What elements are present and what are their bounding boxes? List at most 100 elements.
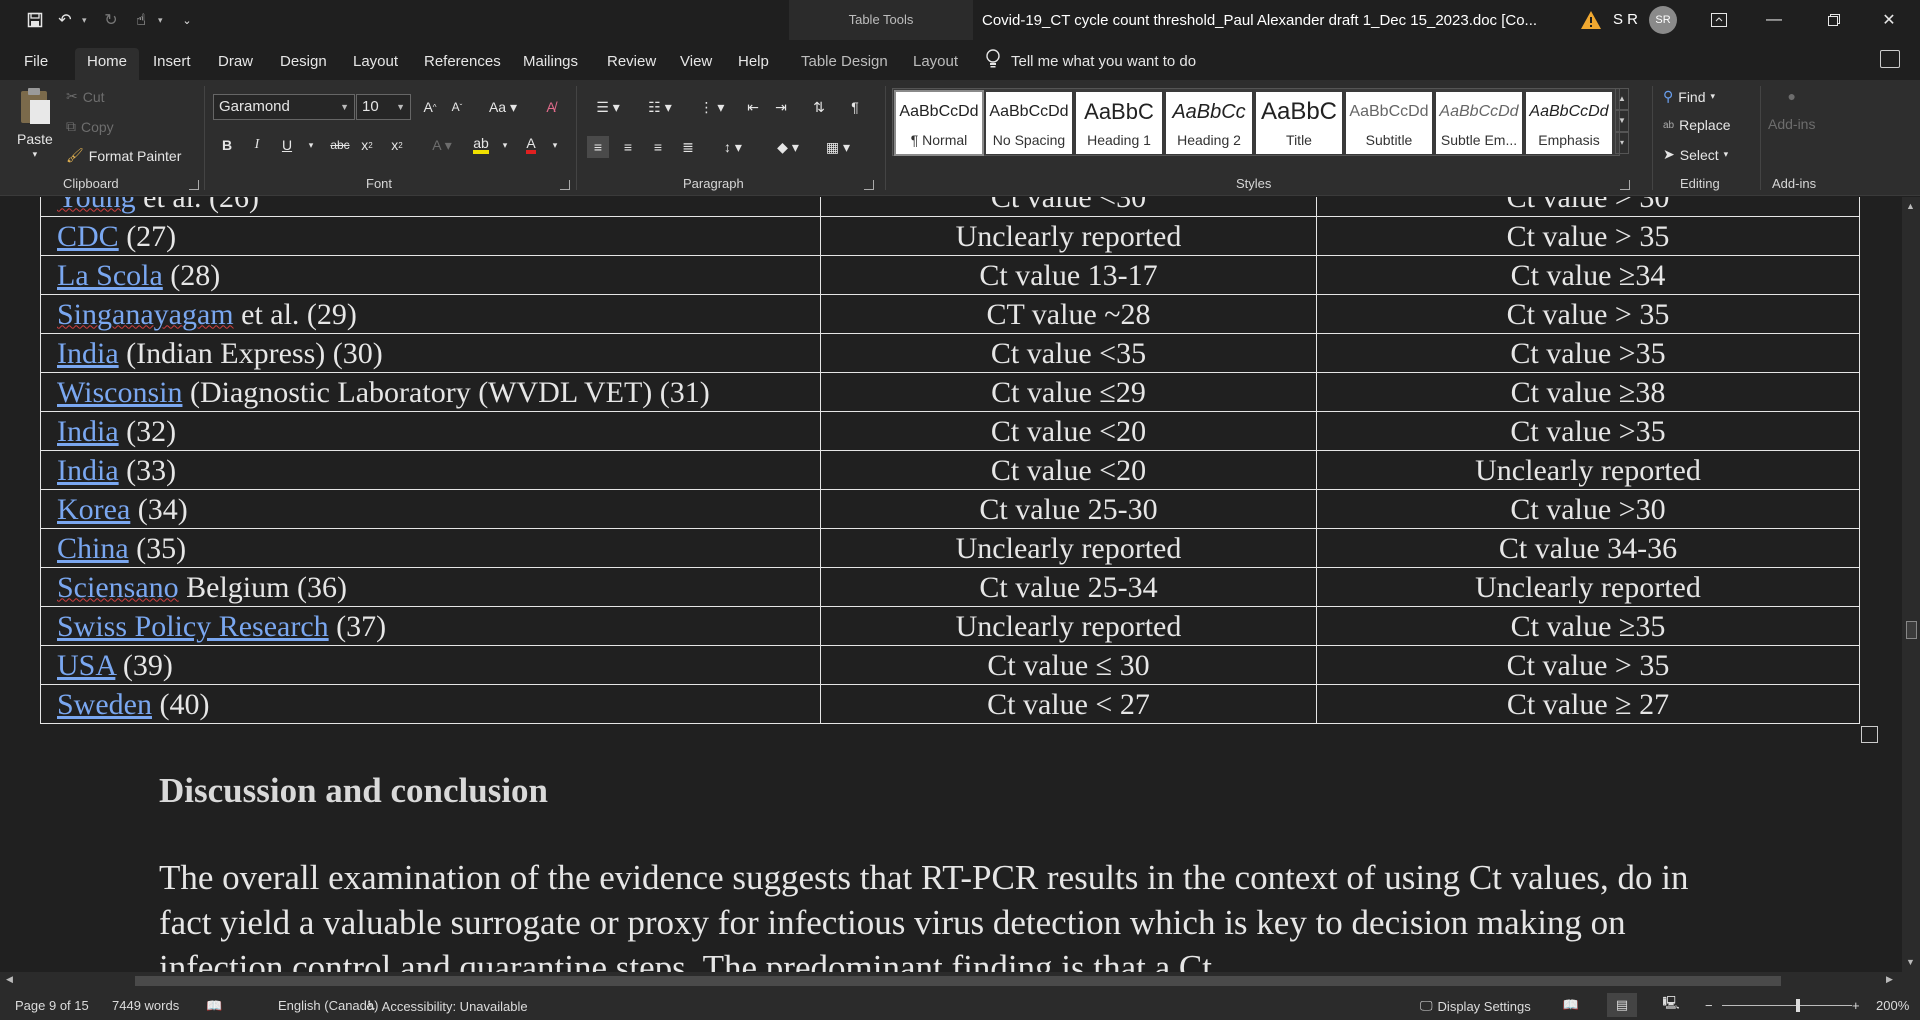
show-formatting-marks-icon[interactable]: ¶ [844,96,866,118]
paste-button[interactable]: Paste ▾ [17,86,53,160]
country-source-cell[interactable]: Swiss Policy Research (37) [40,606,821,646]
tab-table-layout[interactable]: Layout [901,48,970,80]
tell-me-search[interactable]: Tell me what you want to do [985,49,1196,73]
country-source-cell[interactable]: CDC (27) [40,216,821,256]
warning-icon[interactable] [1580,10,1602,30]
align-center-icon[interactable]: ≡ [617,136,639,158]
country-source-cell[interactable]: Sciensano Belgium (36) [40,567,821,607]
scroll-left-icon[interactable]: ◀ [6,974,13,985]
country-source-cell[interactable]: India (Indian Express) (30) [40,333,821,373]
non-infectious-ct-cell[interactable]: Ct value 34-36 [1316,528,1860,568]
copy-button[interactable]: ⧉ Copy [66,118,114,135]
undo-icon[interactable]: ↶ [52,7,78,33]
scroll-right-icon[interactable]: ▶ [1886,974,1893,985]
horizontal-scrollbar[interactable]: ◀ ▶ [0,972,1902,990]
country-source-cell[interactable]: Korea (34) [40,489,821,529]
zoom-slider[interactable] [1722,1005,1852,1006]
shading-icon[interactable]: ◆ ▾ [768,136,808,158]
chevron-down-icon[interactable]: ▼ [1615,110,1629,132]
styles-launcher-icon[interactable] [1620,180,1630,190]
tab-mailings[interactable]: Mailings [511,48,590,80]
more-styles-icon[interactable]: ▾ [1615,132,1629,154]
reference-link[interactable]: China [57,532,129,565]
country-source-cell[interactable]: India (33) [40,450,821,490]
style-emphasis[interactable]: AaBbCcDd Emphasis [1526,92,1612,154]
avatar[interactable]: SR [1649,6,1677,34]
reference-link[interactable]: Singanayagam [57,298,234,331]
increase-indent-icon[interactable]: ⇥ [770,96,792,118]
paragraph-launcher-icon[interactable] [864,180,874,190]
country-source-cell[interactable]: La Scola (28) [40,255,821,295]
decrease-indent-icon[interactable]: ⇤ [742,96,764,118]
language-indicator[interactable]: English (Canada) [278,998,378,1013]
paste-dropdown-icon[interactable]: ▾ [33,149,38,160]
tab-review[interactable]: Review [595,48,668,80]
format-painter-button[interactable]: 🖌 Format Painter [66,147,181,164]
non-infectious-ct-cell[interactable]: Ct value > 35 [1316,294,1860,334]
reference-link[interactable]: Sciensano [57,571,179,604]
cut-button[interactable]: ✂ Cut [66,88,105,105]
non-infectious-ct-cell[interactable]: Ct value > 35 [1316,216,1860,256]
country-source-cell[interactable]: Young et al. (26) [40,197,821,217]
infectious-ct-cell[interactable]: Ct value < 27 [820,684,1317,724]
infectious-ct-cell[interactable]: Ct value <35 [820,333,1317,373]
underline-icon[interactable]: U [276,134,298,156]
minimize-icon[interactable]: — [1751,0,1797,40]
reference-link[interactable]: La Scola [57,259,163,292]
reference-link[interactable]: CDC [57,220,119,253]
undo-dropdown-icon[interactable]: ▾ [82,15,94,26]
close-icon[interactable]: ✕ [1866,0,1912,40]
zoom-slider-thumb[interactable] [1796,999,1800,1012]
document-canvas[interactable]: Young et al. (26) Ct value <30 Ct value > … [0,197,1902,972]
font-color-icon[interactable]: A [520,134,542,156]
non-infectious-ct-cell[interactable]: Ct value >30 [1316,489,1860,529]
non-infectious-ct-cell[interactable]: Ct value ≥38 [1316,372,1860,412]
infectious-ct-cell[interactable]: Unclearly reported [820,216,1317,256]
bullets-icon[interactable]: ☰ ▾ [588,96,628,118]
country-source-cell[interactable]: China (35) [40,528,821,568]
tab-layout[interactable]: Layout [341,48,410,80]
country-source-cell[interactable]: Wisconsin (Diagnostic Laboratory (WVDL V… [40,372,821,412]
non-infectious-ct-cell[interactable]: Ct value >35 [1316,333,1860,373]
tab-file[interactable]: File [12,48,60,80]
infectious-ct-cell[interactable]: CT value ~28 [820,294,1317,334]
reference-link[interactable]: Wisconsin [57,376,182,409]
change-case-icon[interactable]: Aa ▾ [483,96,523,118]
country-source-cell[interactable]: USA (39) [40,645,821,685]
scroll-down-icon[interactable]: ▼ [1906,957,1915,967]
word-count[interactable]: 7449 words [112,998,179,1013]
reference-link[interactable]: Young [57,197,136,214]
tab-table-design[interactable]: Table Design [789,48,900,80]
infectious-ct-cell[interactable]: Ct value 25-30 [820,489,1317,529]
save-icon[interactable] [22,7,48,33]
bold-icon[interactable]: B [216,134,238,156]
clipboard-launcher-icon[interactable] [189,180,199,190]
scroll-up-icon[interactable]: ▲ [1906,201,1915,211]
line-spacing-icon[interactable]: ↕ ▾ [713,136,753,158]
horizontal-scroll-thumb[interactable] [135,976,1781,986]
infectious-ct-cell[interactable]: Ct value <30 [820,197,1317,217]
justify-icon[interactable]: ≣ [677,136,699,158]
infectious-ct-cell[interactable]: Unclearly reported [820,606,1317,646]
non-infectious-ct-cell[interactable]: Ct value ≥ 27 [1316,684,1860,724]
zoom-level[interactable]: 200% [1876,998,1909,1013]
customize-qat-icon[interactable]: ⌄ [174,7,200,33]
page-count[interactable]: Page 9 of 15 [15,998,89,1013]
touch-mode-dropdown-icon[interactable]: ▾ [158,15,170,26]
non-infectious-ct-cell[interactable]: Ct value > 35 [1316,645,1860,685]
replace-button[interactable]: ab Replace [1663,117,1731,133]
reference-link[interactable]: India [57,454,119,487]
highlight-color-icon[interactable]: ab [470,134,492,156]
restore-icon[interactable] [1811,0,1857,40]
tab-view[interactable]: View [668,48,724,80]
reference-link[interactable]: India [57,415,119,448]
tab-references[interactable]: References [412,48,513,80]
multilevel-list-icon[interactable]: ⋮ ▾ [692,96,732,118]
infectious-ct-cell[interactable]: Ct value <20 [820,411,1317,451]
country-source-cell[interactable]: Singanayagam et al. (29) [40,294,821,334]
redo-icon[interactable]: ↻ [98,7,124,33]
align-right-icon[interactable]: ≡ [647,136,669,158]
read-mode-icon[interactable]: 📖 [1556,993,1586,1017]
zoom-in-icon[interactable]: + [1852,998,1860,1013]
accessibility-status[interactable]: ♿ Accessibility: Unavailable [365,998,528,1014]
